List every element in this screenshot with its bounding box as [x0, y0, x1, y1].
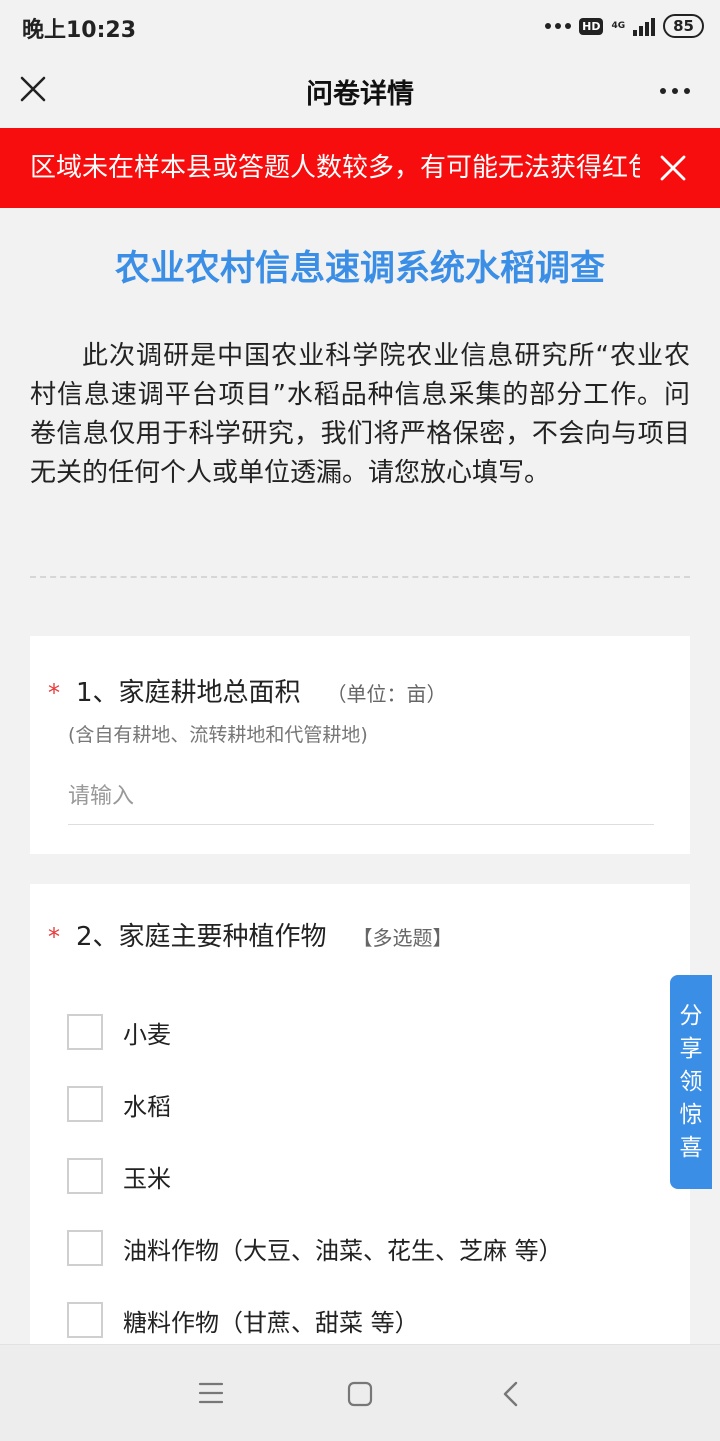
- share-tab-char: 享: [679, 1035, 703, 1062]
- question-title: 1、家庭耕地总面积: [76, 678, 301, 708]
- required-mark: *: [48, 679, 60, 707]
- share-tab-button[interactable]: 分 享 领 惊 喜: [670, 975, 712, 1189]
- checkbox[interactable]: [67, 1014, 103, 1050]
- checkbox-option-wheat[interactable]: 小麦: [67, 996, 563, 1068]
- more-dots-icon[interactable]: [660, 88, 690, 94]
- page-title: 问卷详情: [306, 79, 414, 110]
- checkbox[interactable]: [67, 1230, 103, 1266]
- dashed-divider: [30, 576, 690, 578]
- status-bar: 晚上10:23 HD 4G 85: [0, 0, 720, 52]
- notice-close-icon[interactable]: [660, 155, 686, 181]
- notice-banner: 区域未在样本县或答题人数较多，有可能无法获得红包: [0, 128, 720, 208]
- survey-intro: 此次调研是中国农业科学院农业信息研究所“农业农村信息速调平台项目”水稻品种信息采…: [30, 341, 690, 488]
- notice-text: 区域未在样本县或答题人数较多，有可能无法获得红包: [30, 153, 640, 183]
- checkbox-option-corn[interactable]: 玉米: [67, 1140, 563, 1212]
- notification-dots-icon: [545, 23, 572, 29]
- required-mark: *: [48, 923, 60, 951]
- question-card-2: * 2、家庭主要种植作物 【多选题】 小麦 水稻 玉米 油料作物（大豆、油菜、花…: [30, 884, 690, 1344]
- checkbox-option-rice[interactable]: 水稻: [67, 1068, 563, 1140]
- input-container: [68, 772, 654, 825]
- home-square-icon[interactable]: [347, 1381, 373, 1407]
- question-type-label: 【多选题】: [352, 926, 453, 950]
- system-nav-bar: [0, 1344, 720, 1441]
- nav-bar: 问卷详情: [0, 52, 720, 128]
- network-type: 4G: [611, 20, 626, 31]
- menu-icon[interactable]: [198, 1381, 224, 1405]
- share-tab-char: 分: [679, 1002, 703, 1029]
- checkbox-group: 小麦 水稻 玉米 油料作物（大豆、油菜、花生、芝麻 等） 糖料作物（甘蔗、甜菜 …: [67, 996, 563, 1356]
- share-tab-char: 喜: [679, 1134, 703, 1161]
- question-title: 2、家庭主要种植作物: [76, 922, 327, 952]
- option-label: 玉米: [123, 1164, 171, 1193]
- checkbox[interactable]: [67, 1158, 103, 1194]
- share-tab-char: 惊: [679, 1101, 703, 1128]
- option-label: 水稻: [123, 1092, 171, 1121]
- option-label: 糖料作物（甘蔗、甜菜 等）: [123, 1308, 419, 1337]
- area-input[interactable]: [68, 772, 654, 820]
- option-label: 油料作物（大豆、油菜、花生、芝麻 等）: [123, 1236, 563, 1265]
- back-chevron-icon[interactable]: [502, 1381, 520, 1407]
- question-unit: （单位：亩）: [326, 682, 447, 706]
- question-hint: (含自有耕地、流转耕地和代管耕地): [68, 724, 368, 746]
- checkbox-option-oil-crops[interactable]: 油料作物（大豆、油菜、花生、芝麻 等）: [67, 1212, 563, 1284]
- battery-icon: 85: [663, 14, 704, 38]
- status-time: 晚上10:23: [22, 18, 137, 43]
- status-icons: HD 4G 85: [545, 12, 704, 40]
- question-card-1: * 1、家庭耕地总面积 （单位：亩） (含自有耕地、流转耕地和代管耕地): [30, 636, 690, 854]
- hd-badge: HD: [579, 17, 604, 35]
- question-header: * 2、家庭主要种植作物 【多选题】: [48, 916, 453, 953]
- survey-title: 农业农村信息速调系统水稻调查: [114, 249, 605, 289]
- checkbox[interactable]: [67, 1086, 103, 1122]
- share-tab-char: 领: [679, 1068, 703, 1095]
- question-header: * 1、家庭耕地总面积 （单位：亩）: [48, 672, 447, 709]
- signal-icon: [633, 16, 656, 36]
- checkbox[interactable]: [67, 1302, 103, 1338]
- option-label: 小麦: [123, 1020, 171, 1049]
